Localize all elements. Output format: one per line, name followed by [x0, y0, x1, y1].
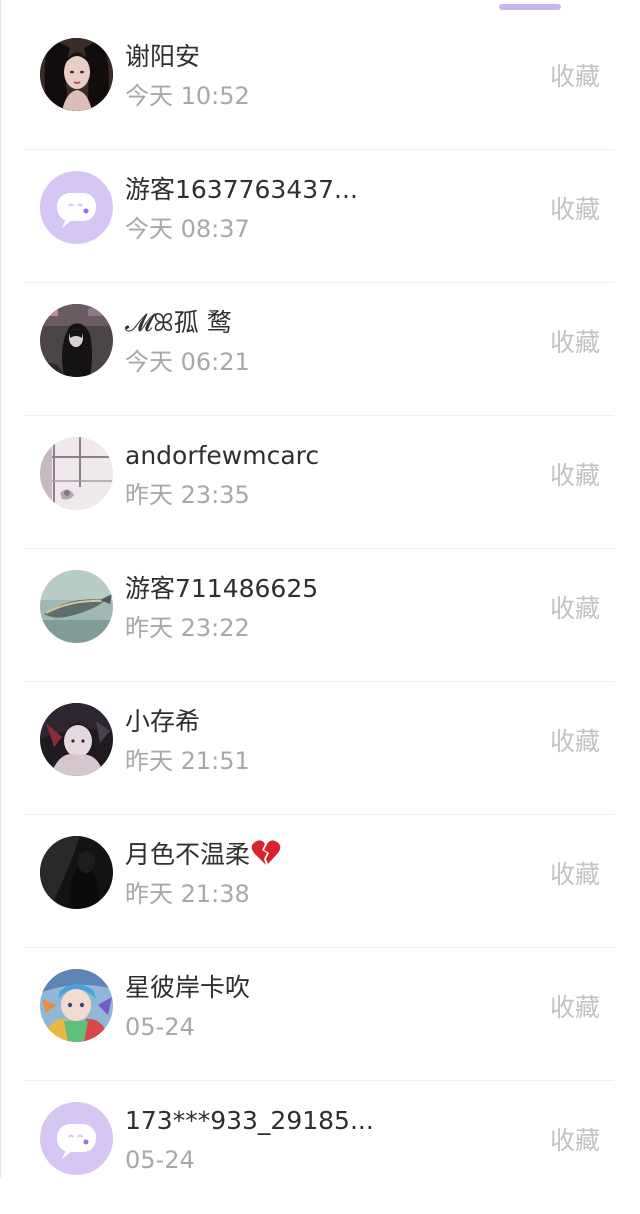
conversation-row[interactable]: 173***933_29185... 05-24 收藏	[0, 1081, 640, 1214]
favorite-button[interactable]: 收藏	[550, 327, 600, 359]
conversation-row[interactable]: 游客711486625 昨天 23:22 收藏	[0, 549, 640, 682]
conversation-row[interactable]: 谢阳安 今天 10:52 收藏	[0, 17, 640, 150]
avatar[interactable]	[40, 969, 113, 1042]
chat-bubble-icon	[40, 1102, 113, 1175]
message-time: 今天 06:21	[125, 348, 250, 376]
message-time: 05-24	[125, 1013, 195, 1041]
message-time: 昨天 23:22	[125, 614, 250, 642]
favorite-button[interactable]: 收藏	[550, 460, 600, 492]
avatar[interactable]	[40, 1102, 113, 1175]
message-time: 昨天 23:35	[125, 481, 250, 509]
conversation-row[interactable]: 月色不温柔 昨天 21:38 收藏	[0, 815, 640, 948]
broken-heart-icon	[251, 840, 281, 865]
favorite-button[interactable]: 收藏	[550, 61, 600, 93]
contact-name: andorfewmcarc	[125, 441, 320, 470]
conversation-row[interactable]: 星彼岸卡吹 05-24 收藏	[0, 948, 640, 1081]
avatar[interactable]	[40, 437, 113, 510]
avatar[interactable]	[40, 38, 113, 111]
contact-name: 月色不温柔	[125, 839, 281, 871]
contact-name: 游客1637763437...	[125, 175, 358, 204]
contact-name: 谢阳安	[125, 42, 201, 71]
avatar[interactable]	[40, 703, 113, 776]
avatar[interactable]	[40, 836, 113, 909]
contact-name: 星彼岸卡吹	[125, 973, 251, 1002]
contact-name: 173***933_29185...	[125, 1106, 374, 1135]
message-time: 昨天 21:38	[125, 880, 250, 908]
conversation-row[interactable]: 小存希 昨天 21:51 收藏	[0, 682, 640, 815]
chat-bubble-icon	[40, 171, 113, 244]
favorite-button[interactable]: 收藏	[550, 992, 600, 1024]
favorite-button[interactable]: 收藏	[550, 1125, 600, 1157]
avatar[interactable]	[40, 171, 113, 244]
favorite-button[interactable]: 收藏	[550, 726, 600, 758]
favorite-button[interactable]: 收藏	[550, 859, 600, 891]
favorite-button[interactable]: 收藏	[550, 593, 600, 625]
contact-name: 游客711486625	[125, 574, 319, 603]
avatar[interactable]	[40, 570, 113, 643]
message-time: 05-24	[125, 1146, 195, 1174]
message-time: 昨天 21:51	[125, 747, 250, 775]
favorite-button[interactable]: 收藏	[550, 194, 600, 226]
conversation-row[interactable]: 𝓜ꕤ孤 鹜 今天 06:21 收藏	[0, 283, 640, 416]
contact-name: 𝓜ꕤ孤 鹜	[125, 308, 232, 337]
contact-name: 小存希	[125, 707, 201, 736]
message-time: 今天 08:37	[125, 215, 250, 243]
avatar[interactable]	[40, 304, 113, 377]
conversation-row[interactable]: andorfewmcarc 昨天 23:35 收藏	[0, 416, 640, 549]
conversation-row[interactable]: 游客1637763437... 今天 08:37 收藏	[0, 150, 640, 283]
contact-name-text: 月色不温柔	[125, 840, 251, 869]
message-time: 今天 10:52	[125, 82, 250, 110]
active-tab-indicator	[499, 4, 561, 10]
